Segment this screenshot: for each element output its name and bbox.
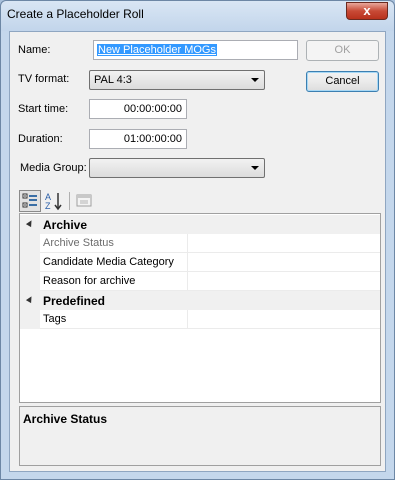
- property-grid[interactable]: Archive Archive Status Candidate Media C…: [19, 213, 381, 403]
- start-time-label: Start time:: [18, 103, 69, 115]
- sort-alphabetical-icon: A Z: [45, 192, 62, 211]
- close-button[interactable]: x: [346, 2, 388, 20]
- start-time-input[interactable]: 00:00:00:00: [89, 99, 187, 119]
- close-icon: x: [363, 3, 371, 18]
- property-name: Tags: [40, 310, 188, 329]
- chevron-down-icon: [251, 166, 259, 170]
- tv-format-value: PAL 4:3: [94, 74, 132, 86]
- category-label: Archive: [43, 218, 88, 232]
- dialog-client-area: Name: New Placeholder MOGs OK Cancel TV …: [9, 31, 386, 472]
- title-bar[interactable]: Create a Placeholder Roll x: [1, 1, 394, 31]
- toolbar-separator: [69, 192, 70, 210]
- property-pages-button[interactable]: [73, 190, 95, 212]
- description-pane: Archive Status: [19, 406, 381, 466]
- category-row-archive[interactable]: Archive: [20, 215, 380, 234]
- media-group-select[interactable]: [89, 158, 265, 178]
- name-input[interactable]: New Placeholder MOGs: [93, 40, 298, 60]
- property-row-tags[interactable]: Tags: [20, 310, 380, 329]
- property-value[interactable]: [188, 234, 380, 253]
- collapse-icon[interactable]: [25, 218, 35, 228]
- property-row-archive-status[interactable]: Archive Status: [20, 234, 380, 253]
- collapse-icon[interactable]: [25, 294, 35, 304]
- category-row-predefined[interactable]: Predefined: [20, 291, 380, 310]
- chevron-down-icon: [251, 78, 259, 82]
- property-value[interactable]: [188, 253, 380, 272]
- window-title: Create a Placeholder Roll: [7, 7, 144, 21]
- property-value[interactable]: [188, 272, 380, 291]
- property-name: Archive Status: [40, 234, 188, 253]
- media-group-label: Media Group:: [20, 162, 87, 174]
- duration-label: Duration:: [18, 133, 63, 145]
- ok-button[interactable]: OK: [306, 40, 379, 61]
- svg-text:Z: Z: [45, 201, 51, 211]
- name-input-value: New Placeholder MOGs: [97, 44, 217, 56]
- duration-input[interactable]: 01:00:00:00: [89, 129, 187, 149]
- dialog-window: Create a Placeholder Roll x Name: New Pl…: [0, 0, 395, 480]
- property-name: Candidate Media Category: [40, 253, 188, 272]
- tv-format-label: TV format:: [18, 73, 70, 85]
- name-label: Name:: [18, 44, 51, 56]
- property-grid-toolbar: A Z: [19, 190, 119, 212]
- categorized-view-icon: [22, 193, 37, 208]
- property-row-candidate-media-category[interactable]: Candidate Media Category: [20, 253, 380, 272]
- property-name: Reason for archive: [40, 272, 188, 291]
- property-pages-icon: [76, 194, 92, 207]
- description-title: Archive Status: [23, 412, 108, 426]
- tv-format-select[interactable]: PAL 4:3: [89, 70, 265, 90]
- category-label: Predefined: [43, 294, 106, 308]
- categorized-button[interactable]: [19, 190, 41, 212]
- cancel-button[interactable]: Cancel: [306, 71, 379, 92]
- property-value[interactable]: [188, 310, 380, 329]
- property-row-reason-for-archive[interactable]: Reason for archive: [20, 272, 380, 291]
- alphabetical-button[interactable]: A Z: [43, 190, 65, 212]
